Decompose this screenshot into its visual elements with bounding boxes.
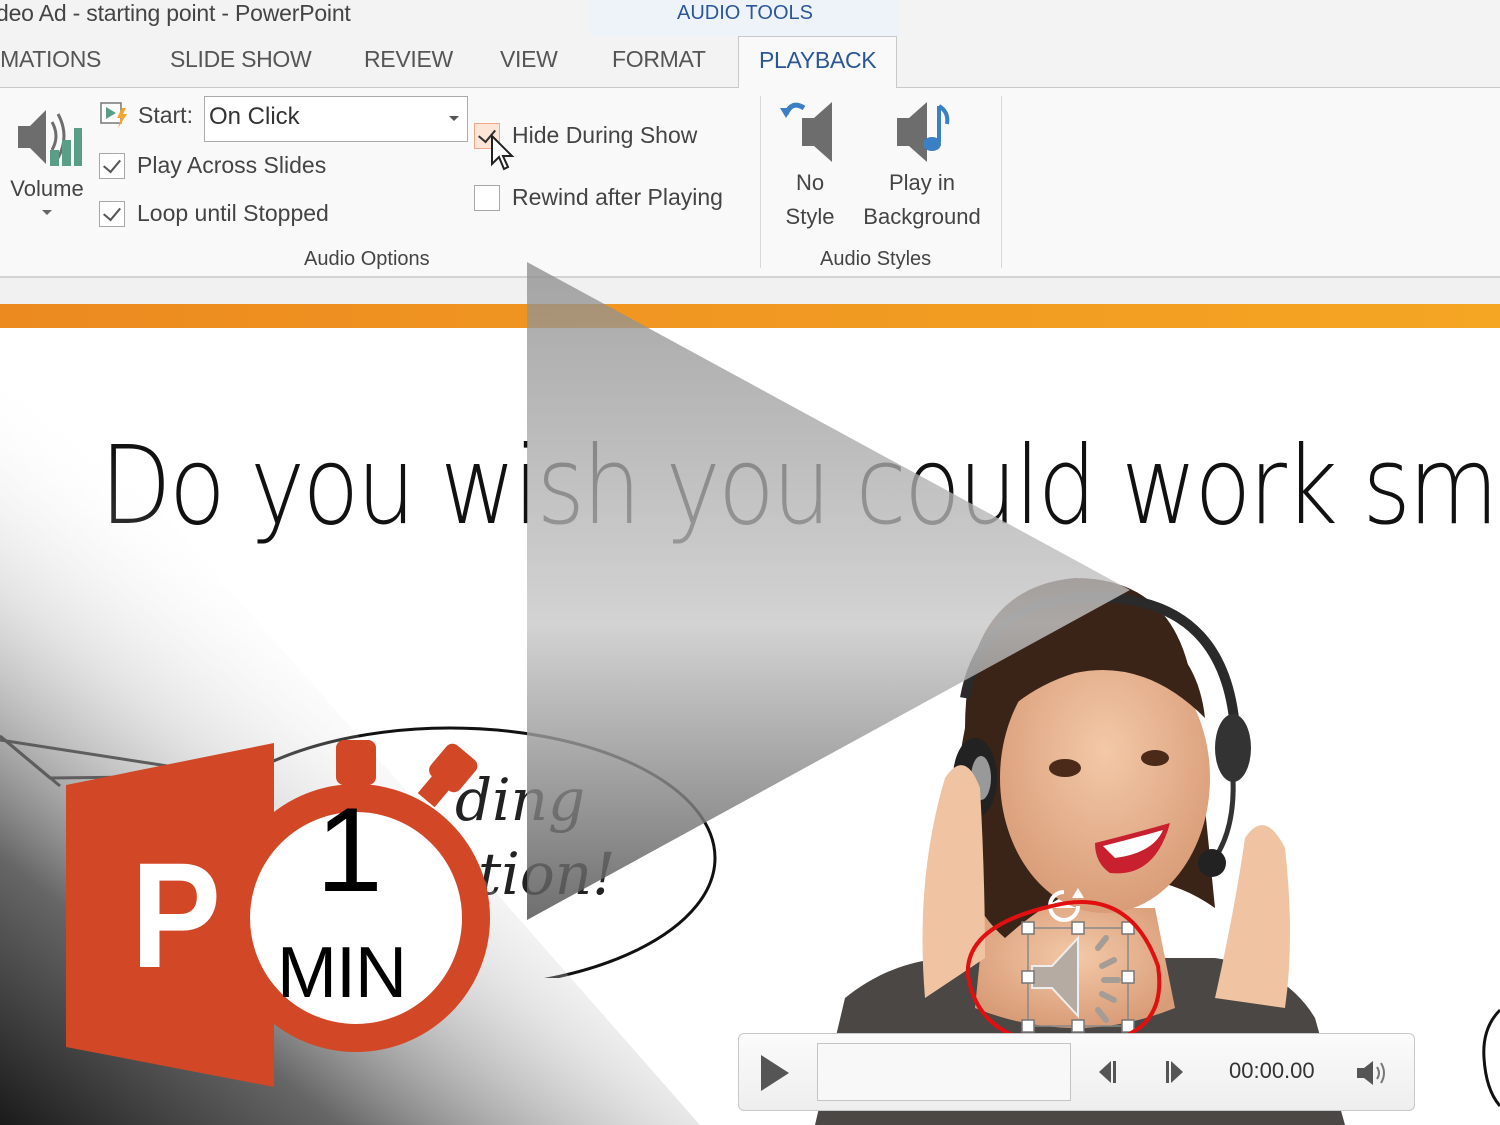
logo-number: 1: [316, 783, 383, 917]
volume-button[interactable]: Volume: [2, 102, 92, 215]
chevron-down-icon: [42, 210, 52, 215]
playback-time: 00:00.00: [1229, 1058, 1315, 1083]
partial-shape: [1482, 1008, 1500, 1107]
tab-playback[interactable]: PLAYBACK: [738, 36, 898, 89]
play-in-background-icon: [897, 102, 950, 162]
no-style-line2: Style: [785, 204, 835, 229]
checkbox-label: Play Across Slides: [137, 152, 327, 178]
slide-headline[interactable]: Do you wish you could work sm: [100, 424, 1499, 549]
checkbox-label: Rewind after Playing: [512, 184, 723, 210]
start-label-row: Start:: [100, 100, 193, 130]
mute-volume-icon[interactable]: [1355, 1059, 1391, 1087]
chevron-down-icon: [449, 116, 459, 121]
loop-until-stopped-checkbox[interactable]: Loop until Stopped: [99, 200, 329, 227]
no-style-line1: No: [795, 170, 825, 195]
skip-forward-icon[interactable]: [1163, 1059, 1187, 1085]
tab-format[interactable]: FORMAT: [612, 46, 706, 73]
start-label: Start:: [138, 101, 193, 128]
rewind-after-playing-checkbox[interactable]: Rewind after Playing: [474, 184, 723, 211]
play-in-background-line2: Background: [863, 204, 981, 229]
tab-animations[interactable]: IMATIONS: [0, 46, 101, 73]
skip-back-icon[interactable]: [1095, 1059, 1119, 1085]
checkbox[interactable]: [99, 152, 125, 179]
slide-accent-bar: [0, 304, 1500, 328]
checkbox-label: Loop until Stopped: [137, 200, 329, 226]
tab-view[interactable]: VIEW: [500, 46, 558, 73]
group-divider: [1001, 96, 1002, 268]
no-style-button[interactable]: No Style: [772, 98, 848, 234]
audio-styles-group-label: Audio Styles: [820, 248, 932, 270]
speaker-icon: [1031, 935, 1079, 1019]
no-style-icon: [780, 102, 832, 162]
volume-label: Volume: [10, 176, 84, 201]
audio-options-group-label: Audio Options: [304, 248, 430, 270]
ribbon-tabs: IMATIONS SLIDE SHOW REVIEW VIEW FORMAT P…: [0, 36, 1500, 89]
audio-tools-label: AUDIO TOOLS: [677, 2, 813, 24]
checkbox[interactable]: [474, 184, 500, 211]
group-divider: [760, 96, 761, 268]
animation-trigger-icon: [100, 102, 127, 128]
play-icon[interactable]: [761, 1055, 789, 1091]
tab-slide-show[interactable]: SLIDE SHOW: [170, 46, 312, 73]
audio-player-bar: 00:00.00: [738, 1033, 1415, 1111]
play-in-background-line1: Play in: [888, 170, 956, 195]
checkbox-label: Hide During Show: [512, 122, 698, 148]
start-dropdown-value: On Click: [209, 103, 300, 130]
start-dropdown[interactable]: On Click: [204, 96, 468, 142]
logo-unit: MIN: [277, 933, 407, 1013]
play-across-slides-checkbox[interactable]: Play Across Slides: [99, 152, 326, 179]
mouse-cursor-icon: [491, 134, 515, 171]
slide-pane-margin: [0, 278, 1500, 304]
play-in-background-button[interactable]: Play in Background: [852, 98, 992, 234]
window-title: deo Ad - starting point - PowerPoint: [0, 0, 351, 26]
volume-icon: [18, 110, 82, 166]
audio-progress-track[interactable]: [817, 1043, 1071, 1101]
logo-letter: P: [131, 831, 222, 999]
checkbox[interactable]: [99, 200, 125, 227]
tab-review[interactable]: REVIEW: [364, 46, 453, 73]
